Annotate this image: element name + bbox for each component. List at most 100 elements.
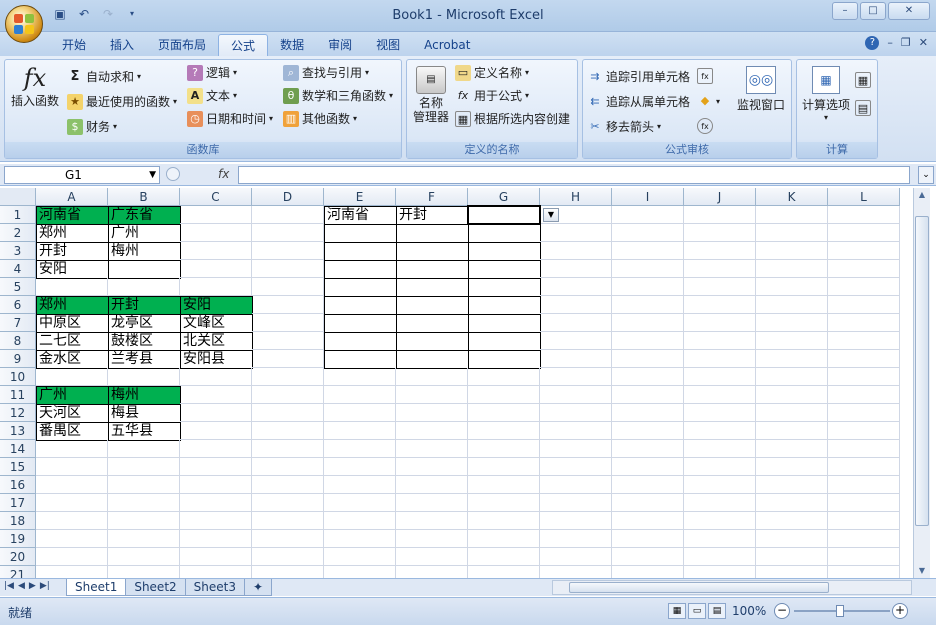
cell-c21[interactable] <box>180 566 252 578</box>
cell-e7[interactable] <box>324 314 397 333</box>
cell-k17[interactable] <box>756 494 828 512</box>
cell-g14[interactable] <box>468 440 540 458</box>
first-sheet-icon[interactable]: |◀ <box>4 581 14 591</box>
cell-i1[interactable] <box>612 206 684 224</box>
cell-e19[interactable] <box>324 530 396 548</box>
cell-l3[interactable] <box>828 242 900 260</box>
cell-d7[interactable] <box>252 314 324 332</box>
cell-i8[interactable] <box>612 332 684 350</box>
cell-e1[interactable]: 河南省 <box>324 206 397 225</box>
cell-g20[interactable] <box>468 548 540 566</box>
cell-g5[interactable] <box>468 278 541 297</box>
cell-i18[interactable] <box>612 512 684 530</box>
cell-c1[interactable] <box>180 206 252 224</box>
cell-a2[interactable]: 郑州 <box>36 224 109 243</box>
cell-i5[interactable] <box>612 278 684 296</box>
column-header-c[interactable]: C <box>180 188 252 206</box>
cell-g9[interactable] <box>468 350 541 369</box>
cell-l4[interactable] <box>828 260 900 278</box>
cell-f8[interactable] <box>396 332 469 351</box>
cell-h16[interactable] <box>540 476 612 494</box>
tab-data[interactable]: 数据 <box>268 34 316 56</box>
watch-window-button[interactable]: ◎◎ 监视窗口 <box>733 66 789 113</box>
cell-g21[interactable] <box>468 566 540 578</box>
cell-j8[interactable] <box>684 332 756 350</box>
cell-g13[interactable] <box>468 422 540 440</box>
cell-f3[interactable] <box>396 242 469 261</box>
cell-f21[interactable] <box>396 566 468 578</box>
worksheet-grid[interactable]: A B C D E F G H I J K L 1 河南省 广东省 河南省 开封 2 郑州 广州 3 开封 梅州 4 安阳 5 6 郑… <box>0 188 913 578</box>
cell-d10[interactable] <box>252 368 324 386</box>
cell-c13[interactable] <box>180 422 252 440</box>
row-header-17[interactable]: 17 <box>0 494 36 512</box>
column-header-e[interactable]: E <box>324 188 396 206</box>
scroll-down-icon[interactable]: ▼ <box>915 564 929 578</box>
autosum-button[interactable]: Σ 自动求和 ▾ <box>67 68 141 85</box>
cell-f6[interactable] <box>396 296 469 315</box>
cell-l12[interactable] <box>828 404 900 422</box>
cell-a10[interactable] <box>36 368 108 386</box>
cell-d21[interactable] <box>252 566 324 578</box>
maximize-button[interactable]: □ <box>860 2 886 20</box>
cell-d17[interactable] <box>252 494 324 512</box>
cell-e10[interactable] <box>324 368 396 386</box>
cell-j21[interactable] <box>684 566 756 578</box>
cell-g11[interactable] <box>468 386 540 404</box>
cell-c16[interactable] <box>180 476 252 494</box>
horizontal-scrollbar[interactable] <box>552 580 912 595</box>
cell-b3[interactable]: 梅州 <box>108 242 181 261</box>
cell-i16[interactable] <box>612 476 684 494</box>
cell-e16[interactable] <box>324 476 396 494</box>
cell-d5[interactable] <box>252 278 324 296</box>
cell-c3[interactable] <box>180 242 252 260</box>
cell-a5[interactable] <box>36 278 108 296</box>
cell-d1[interactable] <box>252 206 324 224</box>
row-header-2[interactable]: 2 <box>0 224 36 242</box>
name-manager-button[interactable]: ▤ 名称 管理器 <box>411 66 451 124</box>
row-header-15[interactable]: 15 <box>0 458 36 476</box>
cell-b6[interactable]: 开封 <box>108 296 181 315</box>
cell-h2[interactable] <box>540 224 612 242</box>
cell-k10[interactable] <box>756 368 828 386</box>
cell-c11[interactable] <box>180 386 252 404</box>
cell-k9[interactable] <box>756 350 828 368</box>
expand-formula-bar-button[interactable]: ⌄ <box>918 166 934 184</box>
cell-e20[interactable] <box>324 548 396 566</box>
cell-f4[interactable] <box>396 260 469 279</box>
cell-l21[interactable] <box>828 566 900 578</box>
row-header-10[interactable]: 10 <box>0 368 36 386</box>
row-header-3[interactable]: 3 <box>0 242 36 260</box>
close-button[interactable]: ✕ <box>888 2 930 20</box>
cell-l17[interactable] <box>828 494 900 512</box>
cell-l1[interactable] <box>828 206 900 224</box>
row-header-6[interactable]: 6 <box>0 296 36 314</box>
cell-k20[interactable] <box>756 548 828 566</box>
cell-j12[interactable] <box>684 404 756 422</box>
cell-f5[interactable] <box>396 278 469 297</box>
column-header-k[interactable]: K <box>756 188 828 206</box>
row-header-4[interactable]: 4 <box>0 260 36 278</box>
cell-c10[interactable] <box>180 368 252 386</box>
cell-b13[interactable]: 五华县 <box>108 422 181 441</box>
column-header-j[interactable]: J <box>684 188 756 206</box>
cell-l5[interactable] <box>828 278 900 296</box>
cell-c5[interactable] <box>180 278 252 296</box>
cell-l14[interactable] <box>828 440 900 458</box>
chevron-down-icon[interactable]: ▼ <box>149 167 156 183</box>
cell-i21[interactable] <box>612 566 684 578</box>
cell-c15[interactable] <box>180 458 252 476</box>
cell-g8[interactable] <box>468 332 541 351</box>
cell-h13[interactable] <box>540 422 612 440</box>
cell-k18[interactable] <box>756 512 828 530</box>
cell-l10[interactable] <box>828 368 900 386</box>
cell-k15[interactable] <box>756 458 828 476</box>
cell-i14[interactable] <box>612 440 684 458</box>
column-header-l[interactable]: L <box>828 188 900 206</box>
cell-g18[interactable] <box>468 512 540 530</box>
cell-b16[interactable] <box>108 476 180 494</box>
tab-acrobat[interactable]: Acrobat <box>412 34 482 56</box>
cell-d8[interactable] <box>252 332 324 350</box>
column-header-h[interactable]: H <box>540 188 612 206</box>
cell-k6[interactable] <box>756 296 828 314</box>
cell-a16[interactable] <box>36 476 108 494</box>
